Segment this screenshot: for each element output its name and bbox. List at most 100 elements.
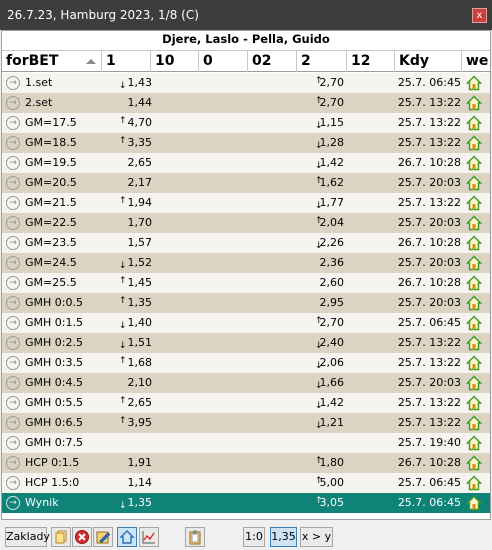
house-icon[interactable] (465, 355, 483, 371)
odd-col-2[interactable]: 2,95 (298, 293, 346, 313)
odd-col-2[interactable]: 2,70 (298, 73, 346, 93)
column-header-1[interactable]: 1 (102, 51, 151, 72)
circle-arrow-right-icon[interactable]: → (6, 156, 20, 170)
odd-col-1[interactable]: 1,57 (102, 233, 154, 253)
odd-col-2[interactable]: 1,66 (298, 373, 346, 393)
odd-col-1[interactable]: 3,35 (102, 133, 154, 153)
odd-col-1[interactable]: 2,65 (102, 393, 154, 413)
odd-col-1[interactable]: 1,14 (102, 473, 154, 493)
circle-arrow-right-icon[interactable]: → (6, 216, 20, 230)
column-header-0[interactable]: 0 (199, 51, 248, 72)
odd-col-2[interactable]: 1,21 (298, 413, 346, 433)
table-row[interactable]: → GM=20.5 2,17 ↑ 1,62 25.7. 20:03 (2, 173, 490, 193)
house-icon[interactable] (465, 435, 483, 451)
odd-col-1[interactable] (102, 433, 154, 453)
odd-col-2[interactable]: 2,26 (298, 233, 346, 253)
table-row[interactable]: → GM=22.5 1,70 ↑ 2,04 25.7. 20:03 (2, 213, 490, 233)
odd-col-1[interactable]: 1,52 (102, 253, 154, 273)
odd-col-1[interactable]: 1,44 (102, 93, 154, 113)
house-icon[interactable] (465, 315, 483, 331)
house-icon[interactable] (465, 395, 483, 411)
circle-arrow-right-icon[interactable]: → (6, 316, 20, 330)
house-icon[interactable] (465, 415, 483, 431)
odd-col-1[interactable]: 1,51 (102, 333, 154, 353)
table-row[interactable]: → GMH 0:0.5 ↑ 1,35 2,95 25.7. 20:03 (2, 293, 490, 313)
circle-arrow-right-icon[interactable]: → (6, 176, 20, 190)
table-row[interactable]: → GMH 0:1.5 ↓ 1,40 ↑ 2,70 25.7. 06:45 (2, 313, 490, 333)
circle-arrow-right-icon[interactable]: → (6, 376, 20, 390)
odd-col-2[interactable] (298, 433, 346, 453)
odd-col-2[interactable]: 5,00 (298, 473, 346, 493)
table-row[interactable]: → GMH 0:4.5 2,10 ↓ 1,66 25.7. 20:03 (2, 373, 490, 393)
zaklady-button[interactable]: Zaklady (5, 527, 50, 547)
table-row[interactable]: → GMH 0:6.5 ↑ 3,95 ↓ 1,21 25.7. 13:22 (2, 413, 490, 433)
odd-col-1[interactable]: 1,68 (102, 353, 154, 373)
table-row[interactable]: → HCP 0:1.5 1,91 ↑ 1,80 26.7. 10:28 (2, 453, 490, 473)
odd-col-1[interactable]: 1,70 (102, 213, 154, 233)
circle-arrow-right-icon[interactable]: → (6, 496, 20, 510)
table-row[interactable]: → 2.set 1,44 ↑ 2,70 25.7. 13:22 (2, 93, 490, 113)
circle-arrow-right-icon[interactable]: → (6, 416, 20, 430)
house-icon[interactable] (465, 215, 483, 231)
house-icon[interactable] (465, 135, 483, 151)
circle-arrow-right-icon[interactable]: → (6, 336, 20, 350)
odd-col-1[interactable]: 1,40 (102, 313, 154, 333)
odd-col-1[interactable]: 3,95 (102, 413, 154, 433)
circle-arrow-right-icon[interactable]: → (6, 256, 20, 270)
circle-arrow-right-icon[interactable]: → (6, 116, 20, 130)
edit-button[interactable] (93, 527, 113, 547)
column-header-2[interactable]: 2 (297, 51, 347, 72)
delete-button[interactable] (72, 527, 92, 547)
clipboard-button[interactable] (185, 527, 205, 547)
house-icon[interactable] (465, 235, 483, 251)
circle-arrow-right-icon[interactable]: → (6, 76, 20, 90)
house-icon[interactable] (465, 335, 483, 351)
table-row[interactable]: → GM=19.5 2,65 ↓ 1,42 26.7. 10:28 (2, 153, 490, 173)
house-icon[interactable] (465, 495, 483, 511)
table-row[interactable]: → GM=25.5 ↑ 1,45 2,60 26.7. 10:28 (2, 273, 490, 293)
compare-button[interactable]: x > y (300, 527, 333, 547)
odd-col-1[interactable]: 1,45 (102, 273, 154, 293)
odd-col-2[interactable]: 2,06 (298, 353, 346, 373)
circle-arrow-right-icon[interactable]: → (6, 356, 20, 370)
odd-col-2[interactable]: 1,15 (298, 113, 346, 133)
odd-col-2[interactable]: 1,42 (298, 153, 346, 173)
house-icon[interactable] (465, 115, 483, 131)
copy-button[interactable] (51, 527, 71, 547)
table-row[interactable]: → GMH 0:2.5 ↓ 1,51 ↓ 2,40 25.7. 13:22 (2, 333, 490, 353)
column-header-forbet[interactable]: forBET (2, 51, 102, 72)
house-icon[interactable] (465, 175, 483, 191)
circle-arrow-right-icon[interactable]: → (6, 136, 20, 150)
odd-col-1[interactable]: 1,43 (102, 73, 154, 93)
odd-col-2[interactable]: 2,36 (298, 253, 346, 273)
column-header-we[interactable]: we (462, 51, 490, 72)
odd-col-1[interactable]: 2,65 (102, 153, 154, 173)
circle-arrow-right-icon[interactable]: → (6, 436, 20, 450)
ratio-button[interactable]: 1:0 (243, 527, 265, 547)
table-row[interactable]: → GM=18.5 ↑ 3,35 ↓ 1,28 25.7. 13:22 (2, 133, 490, 153)
odd-col-2[interactable]: 3,05 (298, 493, 346, 513)
odd-col-2[interactable]: 2,70 (298, 313, 346, 333)
table-row[interactable]: → Wynik ↓ 1,35 ↑ 3,05 25.7. 06:45 (2, 493, 490, 513)
table-row[interactable]: → GMH 0:3.5 ↑ 1,68 ↓ 2,06 25.7. 13:22 (2, 353, 490, 373)
table-row[interactable]: → GM=23.5 1,57 ↓ 2,26 26.7. 10:28 (2, 233, 490, 253)
odd-col-2[interactable]: 1,28 (298, 133, 346, 153)
odd-col-2[interactable]: 2,60 (298, 273, 346, 293)
odd-col-2[interactable]: 1,80 (298, 453, 346, 473)
odd-col-2[interactable]: 1,77 (298, 193, 346, 213)
odd-col-1[interactable]: 4,70 (102, 113, 154, 133)
column-header-02[interactable]: 02 (248, 51, 297, 72)
chart-button[interactable] (139, 527, 159, 547)
circle-arrow-right-icon[interactable]: → (6, 196, 20, 210)
circle-arrow-right-icon[interactable]: → (6, 276, 20, 290)
odd-col-2[interactable]: 1,42 (298, 393, 346, 413)
column-header-kdy[interactable]: Kdy (395, 51, 462, 72)
odd-col-2[interactable]: 2,70 (298, 93, 346, 113)
house-icon[interactable] (465, 255, 483, 271)
odd-col-1[interactable]: 1,94 (102, 193, 154, 213)
house-icon[interactable] (465, 75, 483, 91)
odd-col-1[interactable]: 1,91 (102, 453, 154, 473)
circle-arrow-right-icon[interactable]: → (6, 296, 20, 310)
column-header-12[interactable]: 12 (347, 51, 395, 72)
table-row[interactable]: → 1.set ↓ 1,43 ↑ 2,70 25.7. 06:45 (2, 73, 490, 93)
